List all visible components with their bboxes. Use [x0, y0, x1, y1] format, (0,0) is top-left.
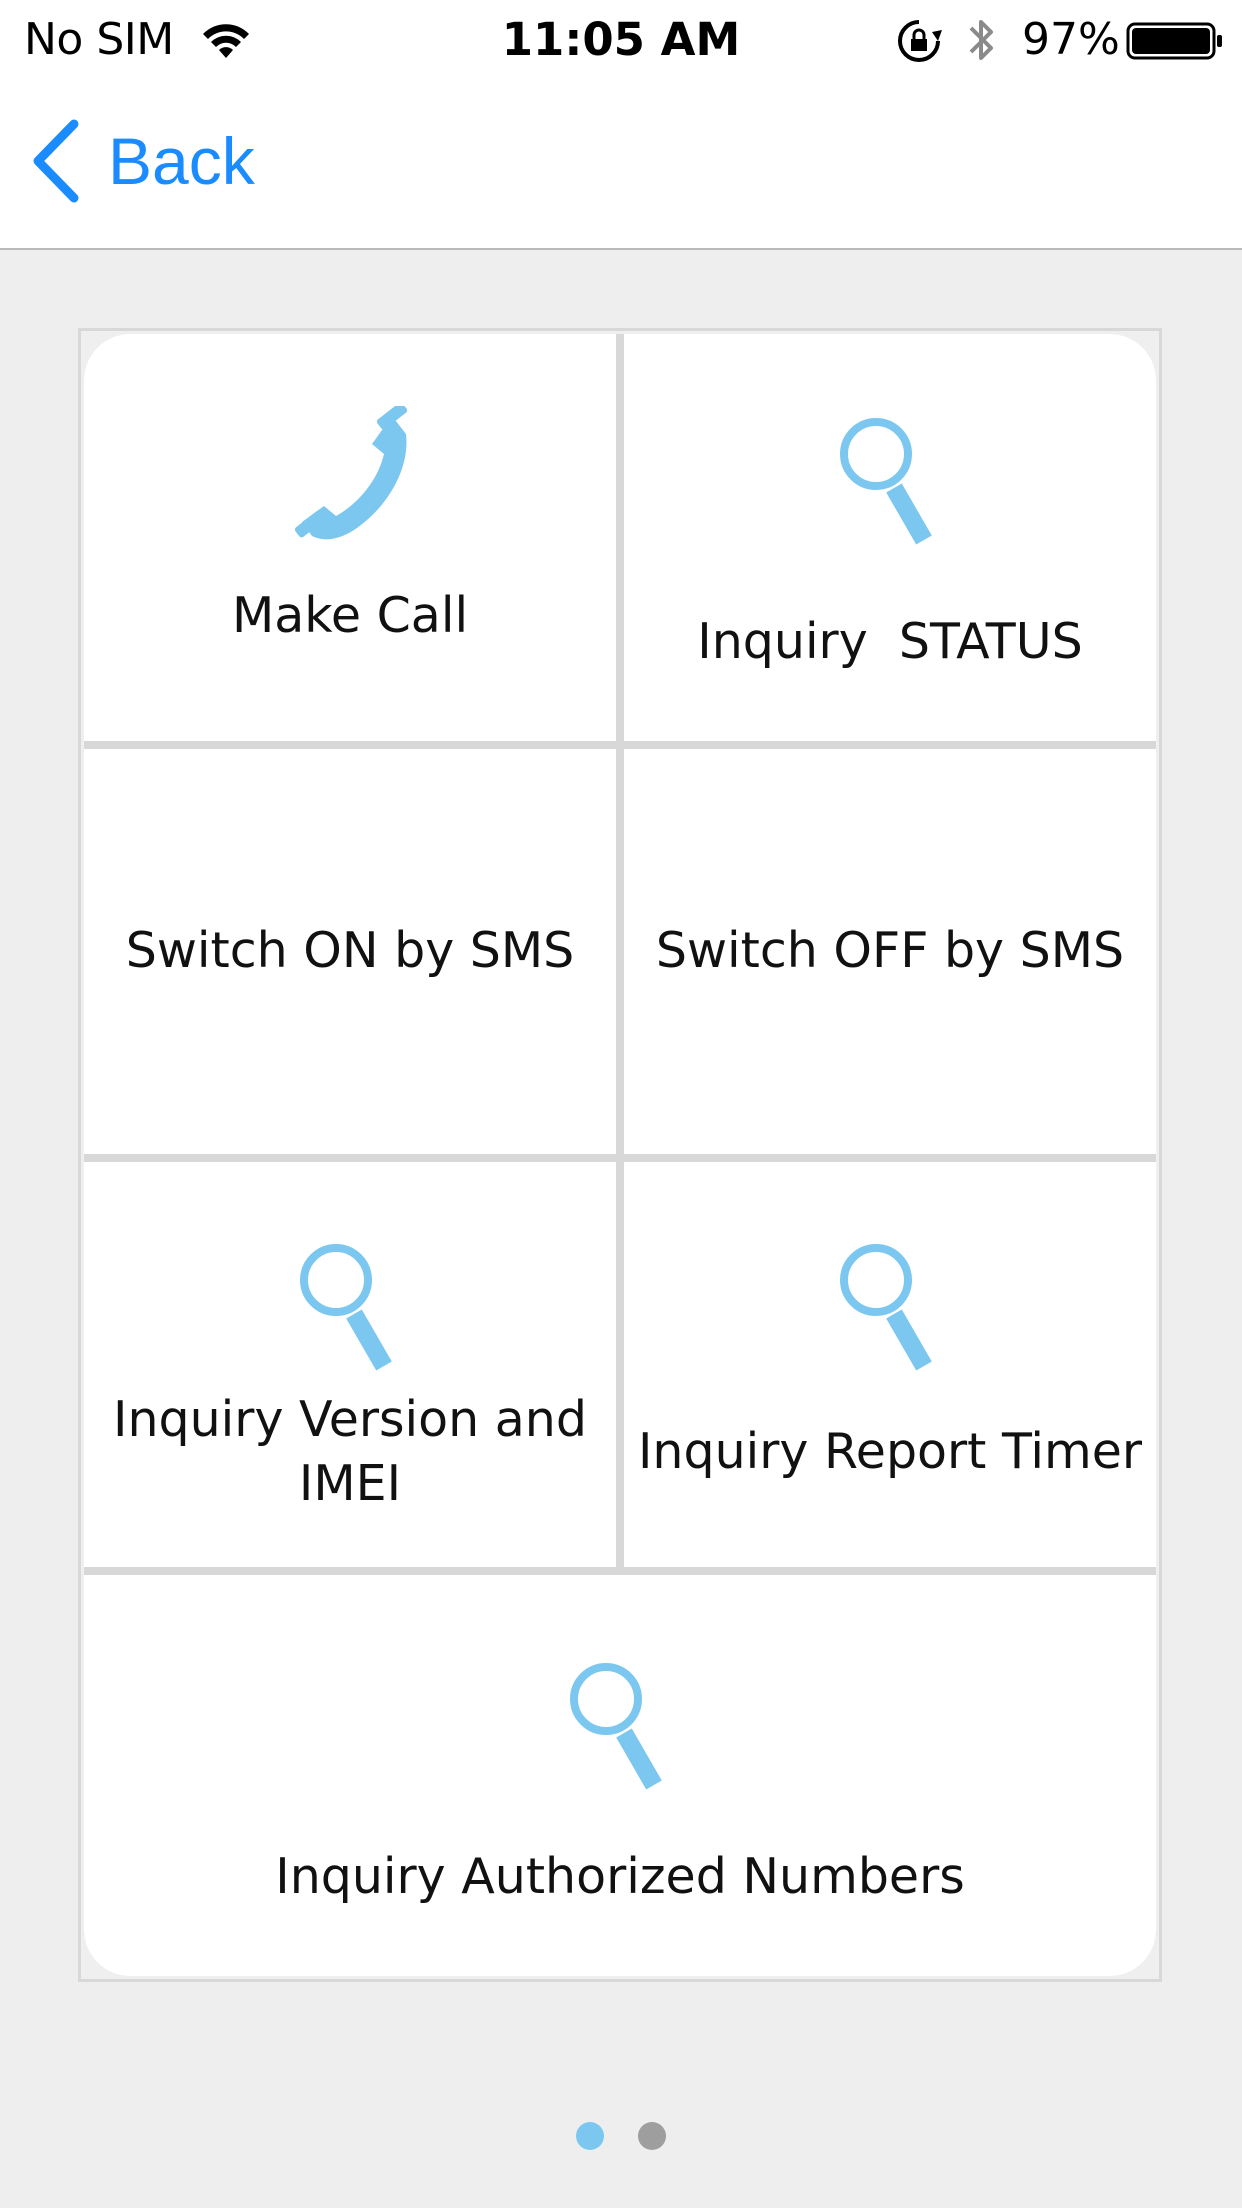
command-grid: Make Call Inquiry STATUS Switch ON by SM… — [78, 328, 1162, 1982]
battery-percent: 97% — [1022, 14, 1120, 65]
search-icon — [570, 1663, 662, 1790]
search-icon — [840, 418, 932, 545]
page-indicator — [0, 2122, 1242, 2150]
inquiry-authorized-numbers-label: Inquiry Authorized Numbers — [275, 1848, 965, 1905]
inquiry-version-imei-tile[interactable]: Inquiry Version and IMEI — [84, 1162, 616, 1567]
navigation-bar: Back — [0, 80, 1242, 250]
make-call-label: Make Call — [231, 587, 469, 644]
phone-icon — [294, 406, 408, 540]
status-bar: No SIM 11:05 AM 97% — [0, 0, 1242, 80]
search-icon — [300, 1244, 392, 1371]
inquiry-report-timer-tile[interactable]: Inquiry Report Timer — [624, 1162, 1156, 1567]
inquiry-version-label-line2: IMEI — [298, 1455, 402, 1512]
switch-off-by-sms-tile[interactable]: Switch OFF by SMS — [624, 749, 1156, 1154]
switch-off-label: Switch OFF by SMS — [655, 922, 1125, 979]
make-call-tile[interactable]: Make Call — [84, 334, 616, 741]
inquiry-version-label-line1: Inquiry Version and — [113, 1391, 587, 1448]
inquiry-report-timer-label: Inquiry Report Timer — [637, 1423, 1143, 1480]
page-dot-1[interactable] — [576, 2122, 604, 2150]
inquiry-authorized-numbers-tile[interactable]: Inquiry Authorized Numbers — [84, 1575, 1156, 1976]
chevron-left-icon — [33, 119, 79, 203]
switch-on-by-sms-tile[interactable]: Switch ON by SMS — [84, 749, 616, 1154]
switch-on-label: Switch ON by SMS — [125, 922, 575, 979]
page-dot-2[interactable] — [638, 2122, 666, 2150]
back-label: Back — [108, 124, 255, 198]
battery-icon — [1126, 22, 1222, 60]
rotation-lock-icon — [898, 20, 942, 62]
inquiry-status-label: Inquiry STATUS — [697, 613, 1083, 670]
back-button[interactable]: Back — [30, 116, 255, 206]
search-icon — [840, 1244, 932, 1371]
bluetooth-icon — [969, 20, 993, 60]
inquiry-status-tile[interactable]: Inquiry STATUS — [624, 334, 1156, 741]
command-grid-card: Make Call Inquiry STATUS Switch ON by SM… — [84, 334, 1156, 1976]
